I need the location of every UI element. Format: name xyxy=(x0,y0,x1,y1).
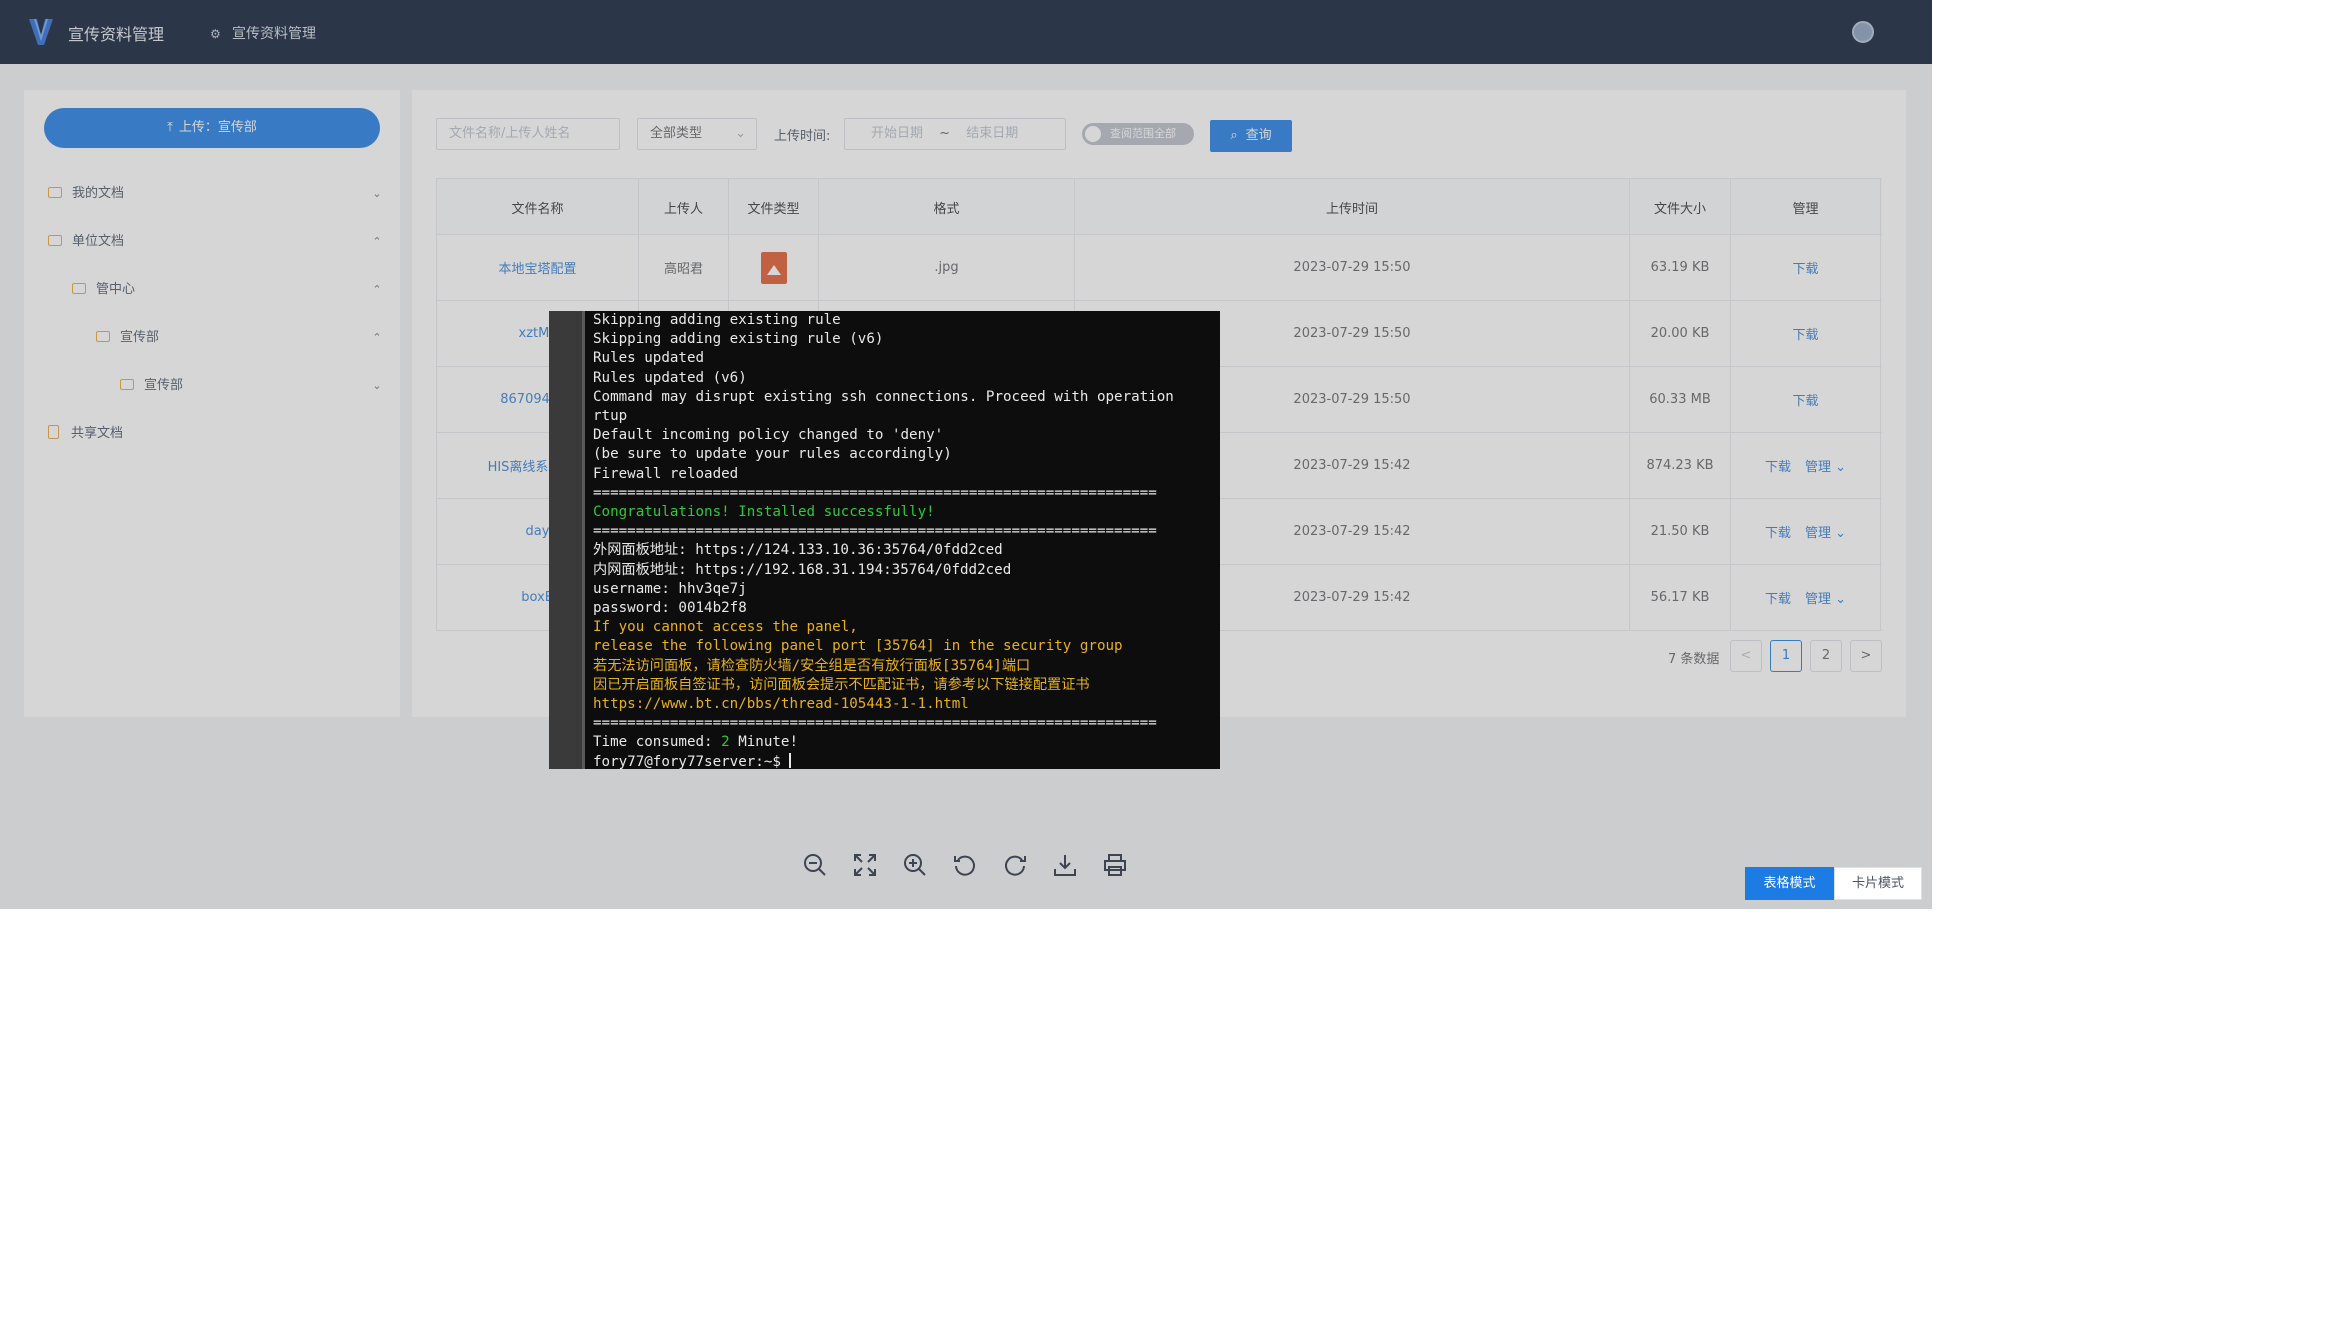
terminal-line: Rules updated (v6) xyxy=(593,369,747,386)
terminal-prompt: fory77@fory77server:~$ xyxy=(593,753,790,769)
terminal-line: Skipping adding existing rule xyxy=(593,312,841,328)
terminal-warning-line: 因已开启面板自签证书，访问面板会提示不匹配证书，请参考以下链接配置证书 xyxy=(593,676,1090,693)
preview-image-terminal: Skipping adding existing rule Skipping ad… xyxy=(549,311,1220,769)
terminal-separator: ========================================… xyxy=(593,484,1157,501)
card-mode-button[interactable]: 卡片模式 xyxy=(1834,867,1922,900)
fullscreen-icon[interactable] xyxy=(851,852,879,880)
terminal-minutes-value: 2 xyxy=(721,734,730,751)
terminal-line: Default incoming policy changed to 'deny… xyxy=(593,427,944,444)
terminal-warning-line: https://www.bt.cn/bbs/thread-105443-1-1.… xyxy=(593,696,969,713)
terminal-prompt-line: fory77@fory77server:~$ xyxy=(593,752,1220,769)
terminal-line: 外网面板地址: https://124.133.10.36:35764/0fdd… xyxy=(593,542,1003,559)
terminal-line: Firewall reloaded xyxy=(593,465,739,482)
terminal-line: (be sure to update your rules accordingl… xyxy=(593,446,952,463)
terminal-line: password: 0014b2f8 xyxy=(593,600,747,617)
terminal-cursor xyxy=(789,752,792,768)
terminal-line: Rules updated xyxy=(593,350,705,367)
app-window: 宣传资料管理 ⚙ 宣传资料管理 ⤒ 上传：宣传部 我的文档 ⌄ 单位文档 ⌃ 管中心… xyxy=(0,0,1932,909)
terminal-separator: ========================================… xyxy=(593,715,1157,732)
table-mode-button[interactable]: 表格模式 xyxy=(1745,867,1834,900)
print-icon[interactable] xyxy=(1101,852,1129,880)
terminal-warning-line: If you cannot access the panel, xyxy=(593,619,858,636)
terminal-text: Minute! xyxy=(729,734,799,751)
download-icon[interactable] xyxy=(1051,852,1079,880)
terminal-line: Command may disrupt existing ssh connect… xyxy=(593,388,1174,405)
terminal-output: Skipping adding existing rule Skipping ad… xyxy=(593,311,1220,769)
terminal-success-line: Congratulations! Installed successfully! xyxy=(593,504,935,521)
terminal-separator: ========================================… xyxy=(593,523,1157,540)
terminal-time-line: Time consumed: 2 Minute! xyxy=(593,733,1220,752)
zoom-in-icon[interactable] xyxy=(901,852,929,880)
terminal-line: rtup xyxy=(593,408,628,425)
rotate-left-icon[interactable] xyxy=(951,852,979,880)
terminal-line: 内网面板地址: https://192.168.31.194:35764/0fd… xyxy=(593,561,1012,578)
terminal-text: Time consumed: xyxy=(593,734,722,751)
terminal-line: username: hhv3qe7j xyxy=(593,580,747,597)
terminal-warning-line: release the following panel port [35764]… xyxy=(593,638,1123,655)
zoom-out-icon[interactable] xyxy=(801,852,829,880)
terminal-line: Skipping adding existing rule (v6) xyxy=(593,331,884,348)
terminal-warning-line: 若无法访问面板，请检查防火墙/安全组是否有放行面板[35764]端口 xyxy=(593,657,1031,674)
terminal-gutter xyxy=(549,311,585,769)
rotate-right-icon[interactable] xyxy=(1001,852,1029,880)
